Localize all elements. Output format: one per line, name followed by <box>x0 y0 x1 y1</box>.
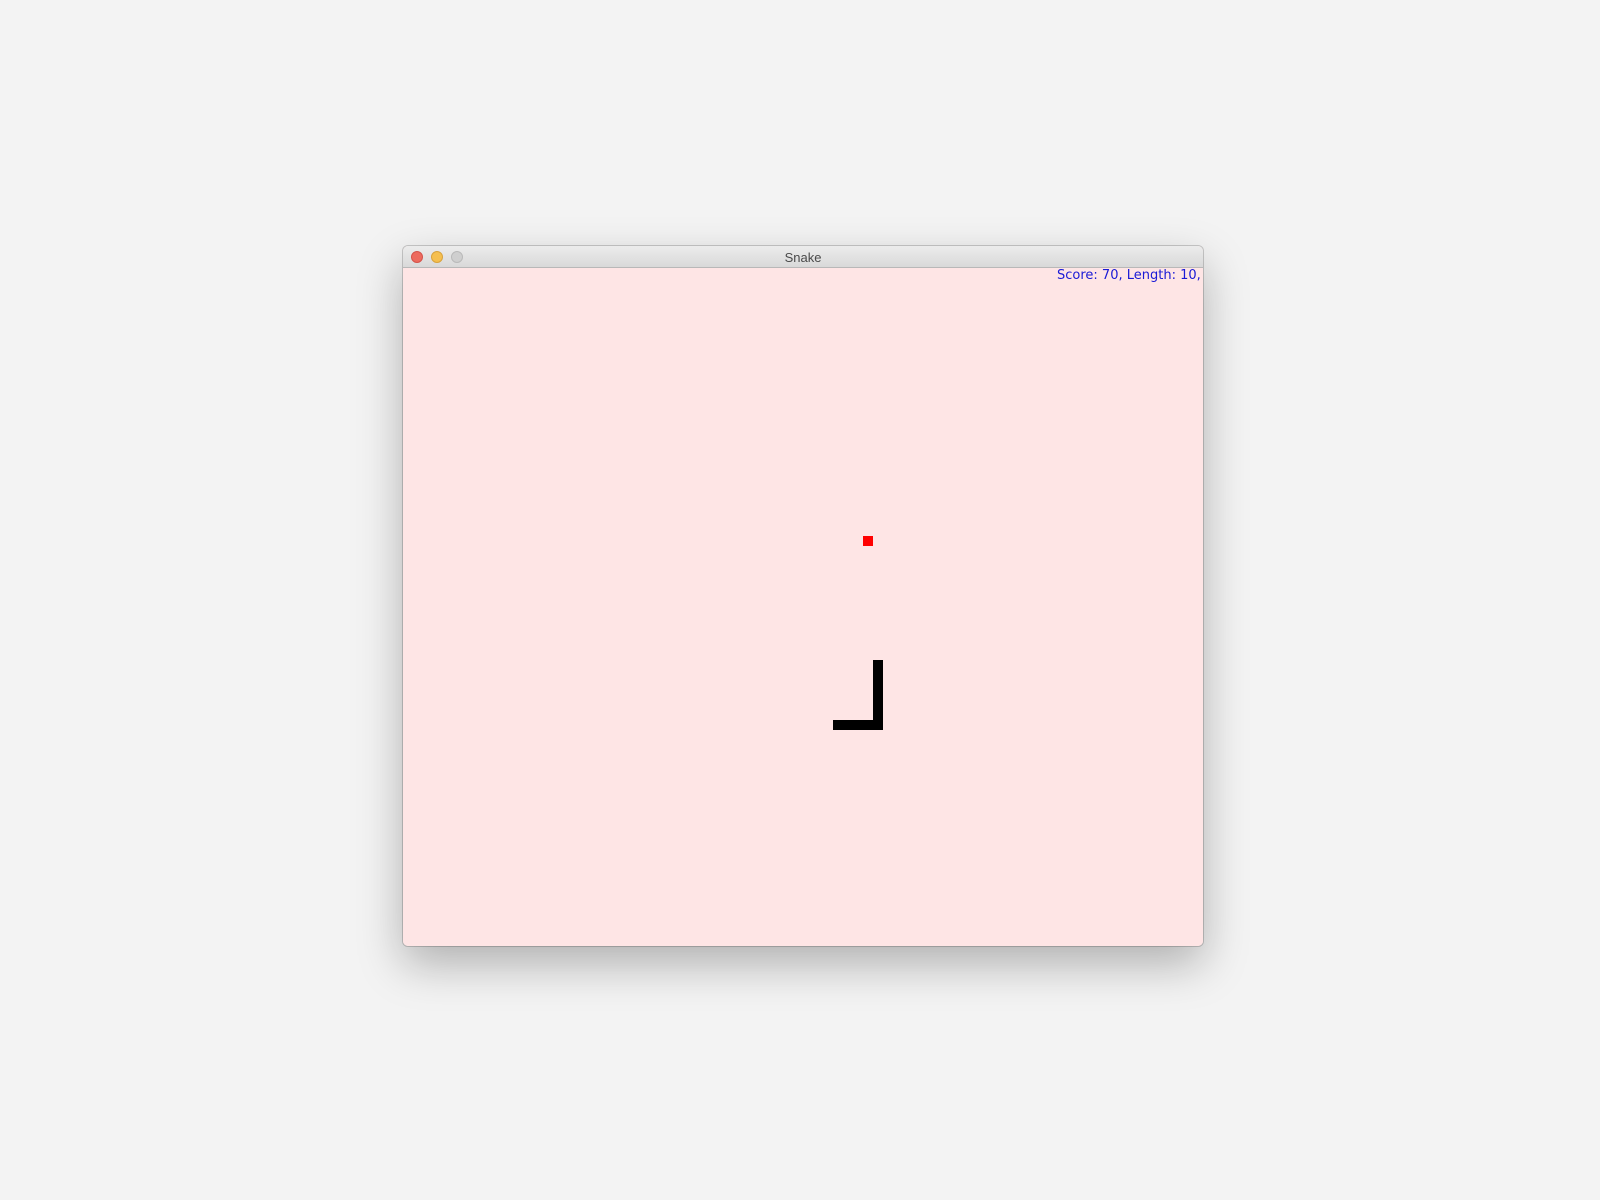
snake-segment <box>853 720 863 730</box>
snake-segment <box>873 660 883 670</box>
food-pellet <box>863 536 873 546</box>
game-board[interactable]: Score: 70, Length: 10, T <box>403 268 1203 946</box>
snake-segment <box>843 720 853 730</box>
window-title: Snake <box>784 250 822 265</box>
snake-window: Snake Score: 70, Length: 10, T <box>403 246 1203 946</box>
snake-segment <box>873 680 883 690</box>
snake-segment <box>873 690 883 700</box>
snake-segment <box>863 720 873 730</box>
snake-segment <box>873 670 883 680</box>
snake-segment <box>873 700 883 710</box>
snake-segment <box>833 720 843 730</box>
score-status-text: Score: 70, Length: 10, T <box>1057 268 1203 283</box>
snake-segment <box>873 710 883 720</box>
snake-segment <box>873 720 883 730</box>
title-bar[interactable]: Snake <box>403 246 1203 268</box>
